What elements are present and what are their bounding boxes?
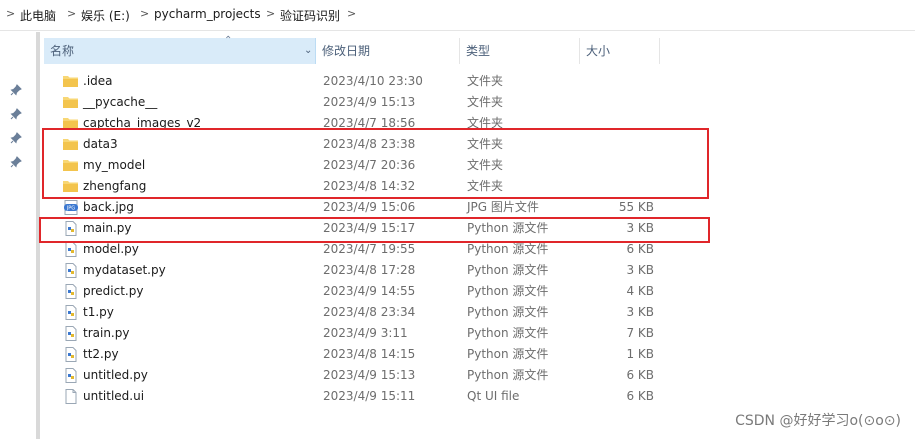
breadcrumb-item-pycharm-projects[interactable]: pycharm_projects	[154, 7, 261, 21]
pin-icon[interactable]	[10, 132, 22, 144]
table-row[interactable]: untitled.py 2023/4/9 15:13 Python 源文件 6 KB	[44, 365, 664, 386]
python-file-icon	[65, 284, 77, 299]
python-file-icon	[65, 326, 77, 341]
chevron-right-icon[interactable]: >	[67, 7, 76, 20]
file-name[interactable]: __pycache__	[83, 92, 157, 113]
file-type: Python 源文件	[467, 326, 549, 340]
file-size: 7 KB	[626, 326, 654, 340]
column-header-type-label: 类型	[466, 44, 491, 58]
file-size: 6 KB	[626, 389, 654, 403]
table-row[interactable]: __pycache__ 2023/4/9 15:13 文件夹	[44, 92, 664, 113]
file-name[interactable]: mydataset.py	[83, 260, 166, 281]
table-row[interactable]: t1.py 2023/4/8 23:34 Python 源文件 3 KB	[44, 302, 664, 323]
svg-text:JPG: JPG	[66, 206, 75, 212]
python-file-icon	[65, 263, 77, 278]
file-type: JPG 图片文件	[467, 200, 539, 214]
file-name[interactable]: untitled.py	[83, 365, 148, 386]
table-row[interactable]: JPG back.jpg 2023/4/9 15:06 JPG 图片文件 55 KB	[44, 197, 664, 218]
address-bar[interactable]: > 此电脑 > 娱乐 (E:) > pycharm_projects > 验证码…	[0, 0, 915, 31]
column-header-name[interactable]: 名称 ⌃ ⌄	[44, 35, 316, 64]
file-date: 2023/4/9 15:11	[323, 389, 416, 403]
column-header-type[interactable]: 类型	[460, 38, 580, 64]
file-type: Python 源文件	[467, 284, 549, 298]
file-name[interactable]: .idea	[83, 71, 113, 92]
file-date: 2023/4/9 15:13	[323, 368, 416, 382]
file-size: 3 KB	[626, 263, 654, 277]
file-size: 55 KB	[618, 200, 654, 214]
folder-icon	[63, 76, 78, 87]
chevron-right-icon[interactable]: >	[266, 7, 275, 20]
jpg-file-icon: JPG	[64, 200, 78, 215]
python-file-icon	[65, 242, 77, 257]
folder-icon	[63, 97, 78, 108]
table-row[interactable]: mydataset.py 2023/4/8 17:28 Python 源文件 3 KB	[44, 260, 664, 281]
breadcrumb-item-this-pc[interactable]: 此电脑	[20, 7, 56, 24]
sort-ascending-icon: ⌃	[224, 35, 233, 46]
column-header-size-label: 大小	[586, 44, 611, 58]
file-name[interactable]: train.py	[83, 323, 129, 344]
breadcrumb-item-current-folder[interactable]: 验证码识别	[280, 7, 340, 24]
table-row[interactable]: untitled.ui 2023/4/9 15:11 Qt UI file 6 KB	[44, 386, 664, 407]
breadcrumb-item-drive[interactable]: 娱乐 (E:)	[81, 7, 130, 24]
file-date: 2023/4/9 14:55	[323, 284, 416, 298]
pin-icon[interactable]	[10, 108, 22, 120]
file-size: 3 KB	[626, 305, 654, 319]
file-size: 1 KB	[626, 347, 654, 361]
file-name[interactable]: back.jpg	[83, 197, 134, 218]
table-row[interactable]: predict.py 2023/4/9 14:55 Python 源文件 4 KB	[44, 281, 664, 302]
ui-file-icon	[65, 389, 77, 404]
highlight-box-main-py	[39, 217, 710, 243]
file-size: 4 KB	[626, 284, 654, 298]
file-date: 2023/4/8 17:28	[323, 263, 416, 277]
file-type: Python 源文件	[467, 347, 549, 361]
file-type: Python 源文件	[467, 263, 549, 277]
column-header-date-label: 修改日期	[322, 44, 371, 58]
table-row[interactable]: train.py 2023/4/9 3:11 Python 源文件 7 KB	[44, 323, 664, 344]
column-header-row: 名称 ⌃ ⌄ 修改日期 类型 大小	[44, 35, 664, 66]
chevron-down-icon[interactable]: ⌄	[304, 38, 312, 64]
file-type: Python 源文件	[467, 305, 549, 319]
column-header-name-label: 名称	[50, 44, 75, 58]
file-date: 2023/4/8 14:15	[323, 347, 416, 361]
file-name[interactable]: t1.py	[83, 302, 114, 323]
highlight-box-folders	[42, 128, 709, 199]
file-date: 2023/4/9 3:11	[323, 326, 408, 340]
file-size	[594, 71, 654, 92]
table-row[interactable]: .idea 2023/4/10 23:30 文件夹	[44, 71, 664, 92]
file-size: 6 KB	[626, 368, 654, 382]
chevron-right-icon[interactable]: >	[6, 7, 15, 20]
watermark: CSDN @好好学习o(⊙o⊙)	[735, 413, 901, 429]
python-file-icon	[65, 368, 77, 383]
file-name[interactable]: predict.py	[83, 281, 143, 302]
pin-icon[interactable]	[10, 156, 22, 168]
file-type: Python 源文件	[467, 368, 549, 382]
file-date: 2023/4/9 15:13	[323, 95, 416, 109]
file-date: 2023/4/9 15:06	[323, 200, 416, 214]
column-header-date[interactable]: 修改日期	[316, 38, 460, 64]
file-type: 文件夹	[467, 95, 504, 109]
python-file-icon	[65, 305, 77, 320]
file-date: 2023/4/8 23:34	[323, 305, 416, 319]
column-header-size[interactable]: 大小	[580, 38, 660, 64]
file-type: Qt UI file	[467, 389, 520, 403]
python-file-icon	[65, 347, 77, 362]
file-size	[594, 92, 654, 113]
file-date: 2023/4/10 23:30	[323, 74, 423, 88]
file-name[interactable]: untitled.ui	[83, 386, 144, 407]
file-type: 文件夹	[467, 74, 504, 88]
table-row[interactable]: tt2.py 2023/4/8 14:15 Python 源文件 1 KB	[44, 344, 664, 365]
chevron-right-icon[interactable]: >	[347, 7, 356, 20]
chevron-right-icon[interactable]: >	[140, 7, 149, 20]
file-name[interactable]: tt2.py	[83, 344, 119, 365]
pin-icon[interactable]	[10, 84, 22, 96]
